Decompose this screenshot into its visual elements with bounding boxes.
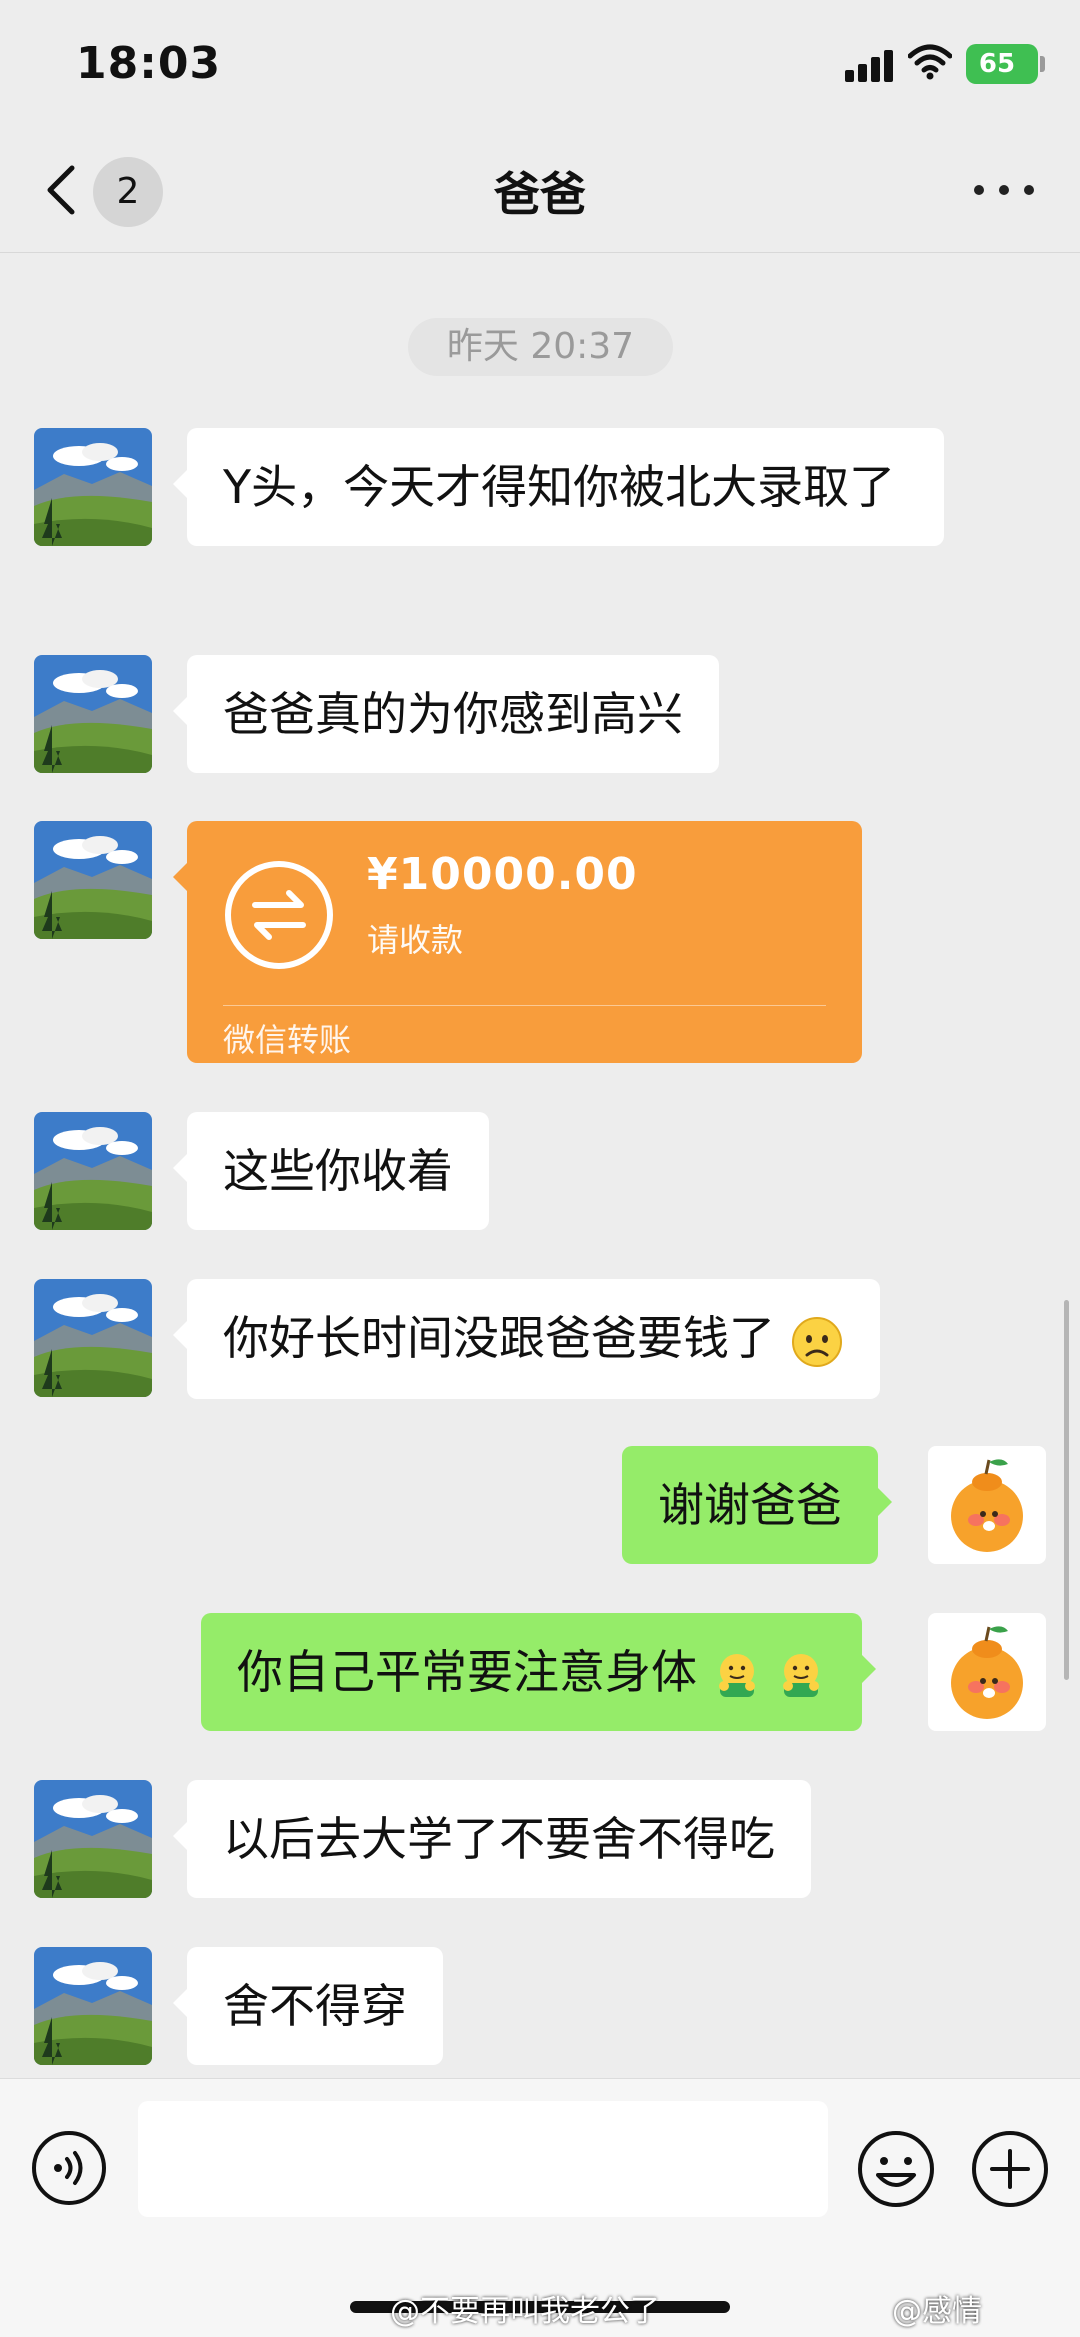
status-bar: 18:03 65 [0,0,1080,130]
message-text: Y头，今天才得知你被北大录取了 [223,460,896,514]
sender-avatar[interactable] [34,1780,152,1898]
message-bubble[interactable]: 这些你收着 [173,1112,489,1230]
message-bubble[interactable]: 爸爸真的为你感到高兴 [173,655,719,773]
plus-icon[interactable] [970,2129,1050,2209]
message-text: 你自己平常要注意身体 [237,1645,697,1699]
sender-avatar[interactable] [34,1947,152,2065]
message-text: 你好长时间没跟爸爸要钱了 [223,1311,775,1365]
transfer-arrows-icon [225,861,333,969]
chat-header: 2 爸爸 [0,130,1080,253]
back-icon[interactable] [38,160,86,220]
battery-indicator: 65 [966,44,1045,84]
sender-avatar[interactable] [34,1112,152,1230]
message-bubble-outgoing[interactable]: 谢谢爸爸 [622,1446,892,1564]
unread-count-badge[interactable]: 2 [93,157,163,227]
message-text: 谢谢爸爸 [658,1478,842,1532]
transfer-label: 微信转账 [223,1021,352,1059]
more-icon[interactable] [966,170,1046,210]
message-bubble[interactable]: 你好长时间没跟爸爸要钱了 [173,1279,880,1399]
my-avatar[interactable] [928,1613,1046,1731]
hugging-emoji [776,1651,826,1701]
signal-icon [845,50,897,82]
divider [223,1005,826,1006]
message-text: 舍不得穿 [223,1979,407,2033]
wifi-icon [908,44,952,80]
transfer-status: 请收款 [367,921,464,959]
watermark-left: @不要再叫我老公了 [390,2294,660,2329]
hugging-emoji [712,1651,762,1701]
battery-level: 65 [978,49,1016,79]
battery-cap [1040,56,1045,72]
sender-avatar[interactable] [34,1279,152,1397]
transfer-amount: ¥10000.00 [367,849,638,900]
message-bubble[interactable]: 以后去大学了不要舍不得吃 [173,1780,811,1898]
message-text: 爸爸真的为你感到高兴 [223,687,683,741]
sender-avatar[interactable] [34,655,152,773]
emoji-icon[interactable] [856,2129,936,2209]
status-time: 18:03 [76,38,222,89]
message-input[interactable] [138,2101,828,2217]
message-text: 以后去大学了不要舍不得吃 [223,1812,775,1866]
frown-emoji [791,1316,842,1367]
message-text: 这些你收着 [223,1144,453,1198]
message-timestamp: 昨天 20:37 [408,318,673,376]
chat-title: 爸爸 [494,167,586,221]
transfer-card[interactable]: ¥10000.00 请收款 微信转账 [173,821,862,1063]
sender-avatar[interactable] [34,821,152,939]
watermark: @不要再叫我老公了 @感情 [0,2278,1080,2329]
scrollbar[interactable] [1064,1300,1069,1680]
sender-avatar[interactable] [34,428,152,546]
message-bubble-outgoing[interactable]: 你自己平常要注意身体 [201,1613,877,1731]
message-bubble[interactable]: Y头，今天才得知你被北大录取了 [173,428,944,546]
my-avatar[interactable] [928,1446,1046,1564]
voice-icon[interactable] [30,2129,108,2207]
message-bubble[interactable]: 舍不得穿 [173,1947,443,2065]
watermark-right: @感情 [892,2294,982,2329]
